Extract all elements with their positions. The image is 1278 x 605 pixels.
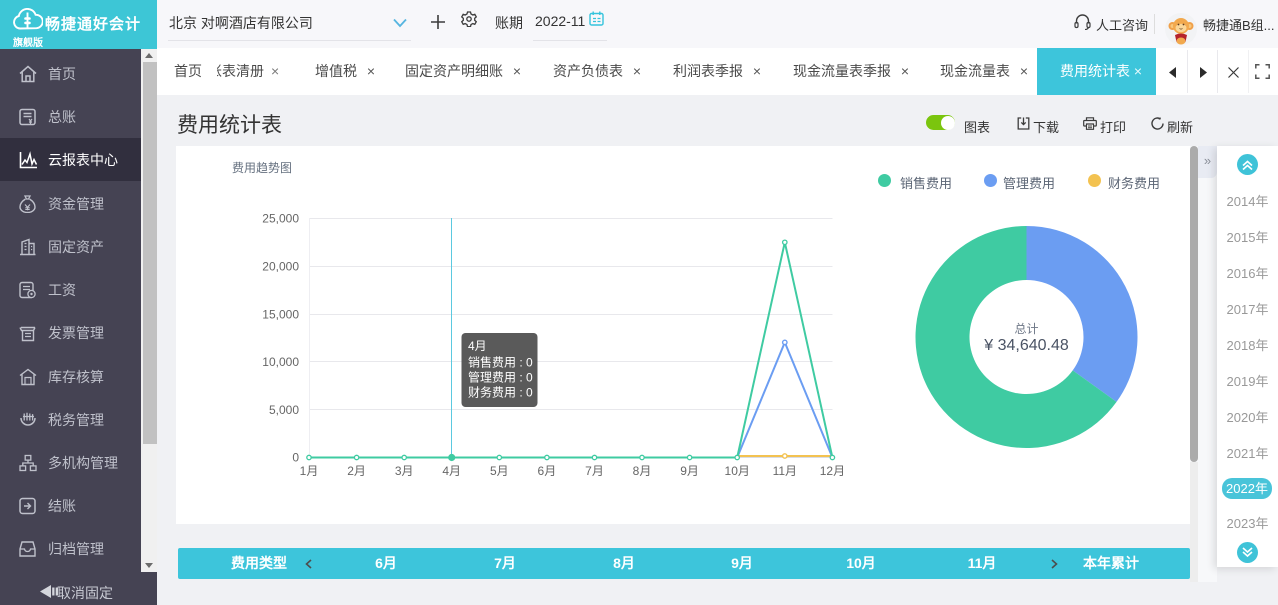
svg-text:5月: 5月 (490, 464, 509, 478)
svg-text:10月: 10月 (725, 464, 750, 478)
svg-text:10,000: 10,000 (262, 355, 299, 369)
svg-text:3月: 3月 (395, 464, 414, 478)
svg-text:15,000: 15,000 (262, 308, 299, 322)
svg-text:6月: 6月 (538, 464, 557, 478)
svg-text:7月: 7月 (585, 464, 604, 478)
svg-text:0: 0 (292, 451, 299, 465)
svg-text:4月: 4月 (468, 339, 487, 353)
svg-text:总计: 总计 (1014, 322, 1038, 336)
svg-text:20,000: 20,000 (262, 260, 299, 274)
svg-text:¥ 34,640.48: ¥ 34,640.48 (983, 337, 1069, 354)
svg-text:1月: 1月 (300, 464, 319, 478)
svg-text:财务费用 : 0: 财务费用 : 0 (468, 385, 533, 400)
svg-text:2月: 2月 (347, 464, 366, 478)
svg-text:8月: 8月 (633, 464, 652, 478)
svg-text:4月: 4月 (442, 464, 461, 478)
svg-text:11月: 11月 (773, 464, 797, 478)
svg-text:5,000: 5,000 (269, 403, 299, 417)
svg-text:销售费用 : 0: 销售费用 : 0 (468, 355, 533, 370)
svg-text:12月: 12月 (820, 464, 845, 478)
svg-text:9月: 9月 (680, 464, 699, 478)
svg-text:25,000: 25,000 (262, 212, 299, 226)
svg-text:管理费用 : 0: 管理费用 : 0 (468, 370, 533, 385)
